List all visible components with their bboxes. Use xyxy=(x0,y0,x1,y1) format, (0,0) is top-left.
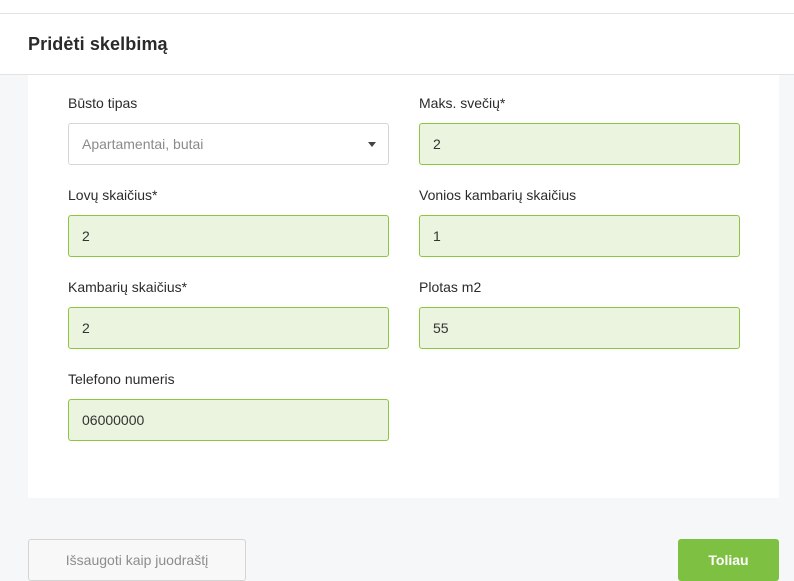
property-type-select[interactable]: Apartamentai, butai xyxy=(68,123,389,165)
beds-count-input[interactable]: 2 xyxy=(68,215,389,257)
page-header: Pridėti skelbimą xyxy=(0,13,794,75)
area-label: Plotas m2 xyxy=(419,279,482,295)
rooms-count-input[interactable]: 2 xyxy=(68,307,389,349)
phone-input[interactable]: 06000000 xyxy=(68,399,389,441)
property-type-label: Būsto tipas xyxy=(68,95,138,111)
page-title: Pridėti skelbimą xyxy=(28,34,168,54)
chevron-down-icon xyxy=(368,142,376,147)
next-button[interactable]: Toliau xyxy=(678,539,779,581)
phone-label: Telefono numeris xyxy=(68,371,175,387)
save-draft-button[interactable]: Išsaugoti kaip juodraštį xyxy=(28,539,246,581)
rooms-count-label: Kambarių skaičius* xyxy=(68,279,188,295)
top-strip xyxy=(0,0,794,13)
beds-count-label: Lovų skaičius* xyxy=(68,187,158,203)
listing-form: Būsto tipas Apartamentai, butai Maks. sv… xyxy=(28,75,779,498)
bathrooms-count-input[interactable]: 1 xyxy=(419,215,740,257)
max-guests-label: Maks. svečių* xyxy=(419,95,506,111)
property-type-selected-value: Apartamentai, butai xyxy=(82,136,204,152)
area-input[interactable]: 55 xyxy=(419,307,740,349)
max-guests-input[interactable]: 2 xyxy=(419,123,740,165)
bathrooms-count-label: Vonios kambarių skaičius xyxy=(419,187,577,203)
